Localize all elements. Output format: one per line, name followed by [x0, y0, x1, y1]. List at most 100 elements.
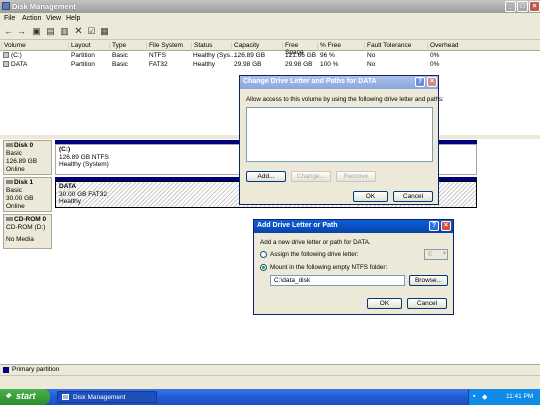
- export-icon[interactable]: ▦: [99, 26, 110, 37]
- cancel-button[interactable]: Cancel: [407, 298, 447, 309]
- dialog-description: Allow access to this volume by using the…: [246, 96, 444, 103]
- maximize-button[interactable]: □: [517, 1, 528, 12]
- table-row[interactable]: DATA Partition Basic FAT32 Healthy 29.98…: [0, 61, 540, 70]
- close-button[interactable]: ×: [441, 221, 451, 231]
- ok-button[interactable]: OK: [353, 191, 388, 202]
- cell-overhead: 0%: [430, 61, 440, 68]
- up-icon[interactable]: ▣: [31, 26, 42, 37]
- col-volume[interactable]: Volume: [1, 42, 67, 51]
- table-row[interactable]: (C:) Partition Basic NTFS Healthy (Sys..…: [0, 52, 540, 61]
- col-fault-tolerance[interactable]: Fault Tolerance: [364, 42, 427, 51]
- legend-swatch: [3, 367, 9, 373]
- disk-type: Basic: [6, 150, 22, 157]
- close-button[interactable]: ×: [427, 77, 437, 87]
- cell-free-space: 29.98 GB: [285, 61, 313, 68]
- dialog-title: Change Drive Letter and Paths for DATA: [243, 78, 377, 85]
- dialog-title: Add Drive Letter or Path: [257, 222, 338, 229]
- add-button[interactable]: Add...: [246, 171, 286, 182]
- browse-button[interactable]: Browse...: [409, 275, 448, 286]
- disk-type: Basic: [6, 187, 22, 194]
- menu-action[interactable]: Action: [22, 15, 41, 22]
- disk-0-info[interactable]: Disk 0 Basic 126.89 GB Online: [3, 140, 52, 175]
- dialog-title-bar[interactable]: Change Drive Letter and Paths for DATA ?…: [240, 76, 438, 89]
- cell-status: Healthy: [193, 61, 216, 68]
- drive-letter-value: E: [428, 251, 433, 258]
- start-label: start: [16, 391, 36, 401]
- col-overhead[interactable]: Overhead: [427, 42, 470, 51]
- cell-capacity: 126.89 GB: [234, 52, 266, 59]
- dialog-title-bar[interactable]: Add Drive Letter or Path ? ×: [254, 220, 453, 233]
- change-paths-dialog: Change Drive Letter and Paths for DATA ?…: [239, 75, 444, 205]
- cell-layout: Partition: [71, 52, 95, 59]
- system-tray: ▪ ◆ 11:41 PM: [468, 389, 540, 405]
- remove-button[interactable]: Remove: [336, 171, 376, 182]
- dialog-description: Add a new drive letter or path for DATA.: [260, 239, 371, 246]
- cancel-button[interactable]: Cancel: [393, 191, 433, 202]
- close-button[interactable]: ×: [529, 1, 540, 12]
- disk-management-icon: [62, 394, 69, 400]
- back-icon[interactable]: ←: [3, 26, 14, 37]
- col-free-space[interactable]: Free Space: [282, 42, 317, 56]
- help-button[interactable]: ?: [429, 221, 439, 231]
- cell-percent-free: 100 %: [320, 61, 339, 68]
- paths-listbox[interactable]: [246, 107, 433, 162]
- start-button[interactable]: ❖ start: [0, 389, 50, 405]
- menu-view[interactable]: View: [46, 15, 61, 22]
- assign-letter-label: Assign the following drive letter:: [270, 251, 359, 258]
- cell-free-space: 121.66 GB: [285, 52, 317, 59]
- col-capacity[interactable]: Capacity: [231, 42, 282, 51]
- cell-type: Basic: [112, 52, 128, 59]
- drive-letter-select[interactable]: E ▾: [424, 249, 448, 260]
- col-status[interactable]: Status: [191, 42, 231, 51]
- help-icon[interactable]: ▥: [59, 26, 70, 37]
- disk-name: Disk 0: [14, 142, 34, 149]
- cell-file-system: FAT32: [149, 61, 168, 68]
- cell-percent-free: 96 %: [320, 52, 335, 59]
- windows-logo-icon: ❖: [5, 393, 12, 400]
- volume-list-header: Volume Layout Type File System Status Ca…: [0, 41, 540, 56]
- mount-folder-label: Mount in the following empty NTFS folder…: [270, 264, 388, 271]
- minimize-button[interactable]: _: [505, 1, 516, 12]
- disk-state: Online: [6, 203, 25, 210]
- toolbar: ← → ▣ ▤ ▥ ✕ ☑ ▦: [0, 24, 540, 40]
- legend-label: Primary partition: [12, 366, 60, 373]
- check-icon[interactable]: ☑: [86, 26, 97, 37]
- disk-type: CD-ROM (D:): [6, 224, 46, 231]
- disk-icon: [6, 143, 13, 147]
- status-bar: [0, 375, 540, 389]
- security-icon[interactable]: ◆: [482, 393, 487, 401]
- col-layout[interactable]: Layout: [68, 42, 109, 51]
- assign-letter-radio[interactable]: [260, 251, 267, 258]
- col-percent-free[interactable]: % Free: [317, 42, 364, 51]
- cdrom-icon: [6, 217, 13, 221]
- volume-icon: [3, 52, 9, 58]
- col-type[interactable]: Type: [109, 42, 146, 51]
- folder-path-input[interactable]: C:\data_disk: [270, 275, 405, 286]
- forward-icon[interactable]: →: [16, 26, 27, 37]
- ok-button[interactable]: OK: [367, 298, 402, 309]
- delete-icon[interactable]: ✕: [73, 26, 84, 37]
- properties-icon[interactable]: ▤: [45, 26, 56, 37]
- disk-state: No Media: [6, 236, 34, 243]
- cdrom-0-info[interactable]: CD-ROM 0 CD-ROM (D:) No Media: [3, 214, 52, 249]
- cell-fault-tolerance: No: [367, 61, 376, 68]
- change-button[interactable]: Change...: [291, 171, 331, 182]
- cell-fault-tolerance: No: [367, 52, 376, 59]
- disk-1-info[interactable]: Disk 1 Basic 30.00 GB Online: [3, 177, 52, 212]
- app-icon: [2, 2, 10, 10]
- clock[interactable]: 11:41 PM: [506, 393, 533, 400]
- disk-size: 126.89 GB: [6, 158, 38, 165]
- cell-file-system: NTFS: [149, 52, 166, 59]
- menu-help[interactable]: Help: [66, 15, 80, 22]
- mount-folder-radio[interactable]: [260, 264, 267, 271]
- disk-icon: [6, 180, 13, 184]
- col-file-system[interactable]: File System: [146, 42, 191, 51]
- window-title: Disk Management: [12, 2, 76, 11]
- chevron-down-icon: ▾: [442, 250, 446, 257]
- add-path-dialog: Add Drive Letter or Path ? × Add a new d…: [253, 219, 454, 315]
- network-icon[interactable]: ▪: [473, 393, 475, 400]
- menu-file[interactable]: File: [4, 15, 15, 22]
- help-button[interactable]: ?: [415, 77, 425, 87]
- taskbar-item-disk-management[interactable]: Disk Management: [57, 391, 157, 403]
- title-bar[interactable]: Disk Management _ □ ×: [0, 0, 540, 13]
